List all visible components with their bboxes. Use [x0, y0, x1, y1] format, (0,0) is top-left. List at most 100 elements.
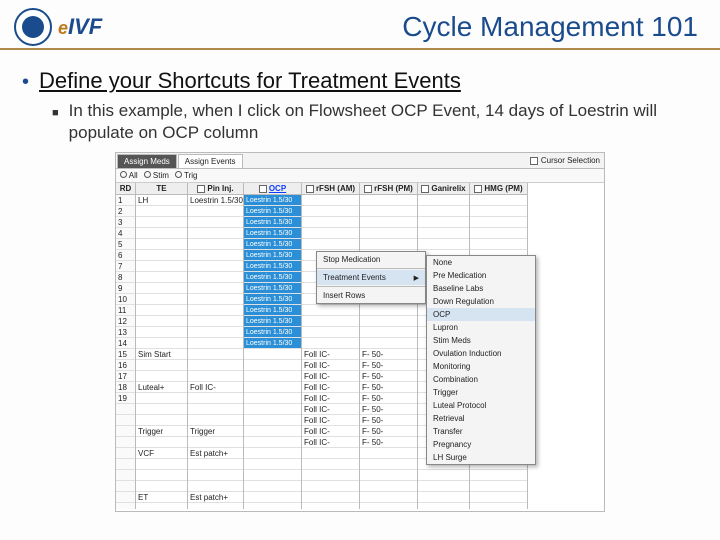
ocp-cell[interactable]: Loestrin 1.5/30	[244, 206, 301, 217]
submenu-item[interactable]: Stim Meds	[427, 334, 535, 347]
ocp-cell[interactable]: Loestrin 1.5/30	[244, 338, 301, 349]
table-cell[interactable]	[188, 415, 243, 426]
ocp-cell[interactable]	[244, 382, 301, 393]
submenu-item[interactable]: Luteal Protocol	[427, 399, 535, 412]
table-cell[interactable]	[136, 228, 187, 239]
ocp-cell[interactable]: Loestrin 1.5/30	[244, 305, 301, 316]
table-cell[interactable]	[136, 404, 187, 415]
table-cell[interactable]	[136, 360, 187, 371]
table-cell[interactable]	[360, 195, 417, 206]
table-cell[interactable]	[360, 217, 417, 228]
table-cell[interactable]	[116, 404, 135, 415]
submenu-item[interactable]: Lupron	[427, 321, 535, 334]
table-cell[interactable]: 11	[116, 305, 135, 316]
table-cell[interactable]: Foll IC-	[302, 371, 359, 382]
cursor-selection-checkbox[interactable]	[530, 157, 538, 165]
table-cell[interactable]	[470, 217, 527, 228]
table-cell[interactable]: Foll IC-	[302, 437, 359, 448]
table-cell[interactable]	[470, 492, 527, 503]
table-cell[interactable]: 14	[116, 338, 135, 349]
menu-treatment-events[interactable]: Treatment Events▶	[317, 270, 425, 285]
table-cell[interactable]	[136, 503, 187, 512]
table-cell[interactable]	[188, 481, 243, 492]
table-cell[interactable]	[136, 261, 187, 272]
table-cell[interactable]	[188, 393, 243, 404]
table-cell[interactable]: Foll IC-	[302, 415, 359, 426]
table-cell[interactable]	[116, 415, 135, 426]
ocp-cell[interactable]	[244, 503, 301, 512]
col-gan-header[interactable]: Ganirelix	[418, 183, 469, 195]
table-cell[interactable]: F- 50-	[360, 393, 417, 404]
table-cell[interactable]	[188, 404, 243, 415]
table-cell[interactable]	[360, 338, 417, 349]
table-cell[interactable]: Est patch+	[188, 492, 243, 503]
table-cell[interactable]	[136, 338, 187, 349]
ocp-cell[interactable]: Loestrin 1.5/30	[244, 272, 301, 283]
table-cell[interactable]	[302, 316, 359, 327]
col-pin-header[interactable]: Pin Inj.	[188, 183, 243, 195]
table-cell[interactable]	[188, 437, 243, 448]
table-cell[interactable]: 7	[116, 261, 135, 272]
ocp-cell[interactable]: Loestrin 1.5/30	[244, 228, 301, 239]
submenu-item[interactable]: Ovulation Induction	[427, 347, 535, 360]
table-cell[interactable]	[116, 459, 135, 470]
table-cell[interactable]: F- 50-	[360, 360, 417, 371]
table-cell[interactable]: Foll IC-	[302, 349, 359, 360]
ocp-cell[interactable]	[244, 349, 301, 360]
table-cell[interactable]	[188, 503, 243, 512]
ocp-cell[interactable]: Loestrin 1.5/30	[244, 217, 301, 228]
table-cell[interactable]: Foll IC-	[188, 382, 243, 393]
table-cell[interactable]: 6	[116, 250, 135, 261]
ocp-cell[interactable]	[244, 492, 301, 503]
ocp-cell[interactable]: Loestrin 1.5/30	[244, 316, 301, 327]
table-cell[interactable]	[136, 294, 187, 305]
table-cell[interactable]: F- 50-	[360, 437, 417, 448]
table-cell[interactable]	[136, 470, 187, 481]
ocp-cell[interactable]	[244, 481, 301, 492]
table-cell[interactable]: Loestrin 1.5/30	[188, 195, 243, 206]
ocp-cell[interactable]: Loestrin 1.5/30	[244, 239, 301, 250]
table-cell[interactable]	[136, 327, 187, 338]
table-cell[interactable]	[116, 470, 135, 481]
table-cell[interactable]	[302, 239, 359, 250]
table-cell[interactable]: 17	[116, 371, 135, 382]
submenu-item[interactable]: Pregnancy	[427, 438, 535, 451]
table-cell[interactable]	[470, 470, 527, 481]
table-cell[interactable]	[188, 294, 243, 305]
table-cell[interactable]: VCF	[136, 448, 187, 459]
table-cell[interactable]	[360, 327, 417, 338]
ocp-cell[interactable]	[244, 360, 301, 371]
ocp-cell[interactable]	[244, 404, 301, 415]
table-cell[interactable]: Sim Start	[136, 349, 187, 360]
table-cell[interactable]	[136, 283, 187, 294]
table-cell[interactable]	[188, 217, 243, 228]
submenu-item[interactable]: None	[427, 256, 535, 269]
col-fsh-pm-header[interactable]: rFSH (PM)	[360, 183, 417, 195]
table-cell[interactable]	[188, 349, 243, 360]
table-cell[interactable]: 13	[116, 327, 135, 338]
radio-stim[interactable]: Stim	[144, 171, 169, 180]
table-cell[interactable]	[360, 470, 417, 481]
table-cell[interactable]	[360, 492, 417, 503]
table-cell[interactable]	[418, 492, 469, 503]
table-cell[interactable]: 19	[116, 393, 135, 404]
table-cell[interactable]	[136, 371, 187, 382]
table-cell[interactable]	[470, 206, 527, 217]
table-cell[interactable]	[136, 305, 187, 316]
table-cell[interactable]	[188, 327, 243, 338]
submenu-item[interactable]: Baseline Labs	[427, 282, 535, 295]
table-cell[interactable]	[360, 448, 417, 459]
table-cell[interactable]: 3	[116, 217, 135, 228]
tab-assign-events[interactable]: Assign Events	[178, 154, 243, 168]
table-cell[interactable]	[136, 272, 187, 283]
table-cell[interactable]	[470, 195, 527, 206]
table-cell[interactable]: Est patch+	[188, 448, 243, 459]
table-cell[interactable]	[116, 481, 135, 492]
table-cell[interactable]: 8	[116, 272, 135, 283]
table-cell[interactable]	[188, 261, 243, 272]
table-cell[interactable]: 2	[116, 206, 135, 217]
table-cell[interactable]	[360, 481, 417, 492]
table-cell[interactable]: 4	[116, 228, 135, 239]
submenu-item[interactable]: Retrieval	[427, 412, 535, 425]
table-cell[interactable]	[360, 316, 417, 327]
